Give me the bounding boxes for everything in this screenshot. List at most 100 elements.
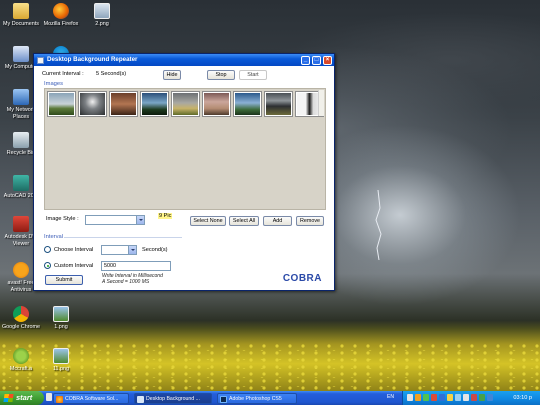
- desktop-icon-firefox[interactable]: Mozilla Firefox: [38, 3, 84, 28]
- taskbar: start COBRA Software Sol... Desktop Back…: [0, 391, 540, 405]
- maximize-button[interactable]: □: [312, 55, 321, 65]
- tray-icon[interactable]: [415, 394, 421, 401]
- window-client-area: Current Interval : 5 Second(s) Hide Stop…: [34, 66, 334, 290]
- desktop-icon-11-png[interactable]: 11.png: [38, 348, 84, 373]
- image-style-dropdown[interactable]: [85, 215, 145, 225]
- tray-icon[interactable]: [463, 394, 469, 401]
- desktop-icon-label: Mccraft.a: [9, 366, 33, 372]
- custom-interval-radio[interactable]: [44, 262, 51, 269]
- tray-icon[interactable]: [487, 394, 493, 401]
- image-thumbnail[interactable]: [264, 91, 293, 117]
- dwg-viewer-icon: [13, 216, 29, 232]
- tray-icon[interactable]: [407, 394, 413, 401]
- desktop-icon-label: My Documents: [3, 21, 39, 27]
- desktop-icon-label: My Network Places: [6, 107, 36, 120]
- custom-interval-label: Custom Interval: [54, 263, 94, 269]
- avast-icon: [13, 262, 29, 278]
- language-indicator[interactable]: EN: [387, 394, 394, 400]
- chevron-down-icon[interactable]: [136, 216, 144, 224]
- current-interval-value: 5 Second(s): [96, 71, 127, 77]
- cobra-logo: COBRA: [282, 273, 322, 284]
- start-button[interactable]: Start: [239, 70, 267, 80]
- tray-icon[interactable]: [479, 394, 485, 401]
- choose-interval-label: Choose Interval: [54, 247, 94, 253]
- window-titlebar[interactable]: Desktop Background Repeater _ □ ×: [34, 54, 334, 66]
- hide-button[interactable]: Hide: [163, 70, 181, 80]
- firefox-icon: [53, 3, 69, 19]
- task-label: COBRA Software Sol...: [65, 395, 119, 402]
- stop-button[interactable]: Stop: [207, 70, 235, 80]
- interval-hint-line2: A Second = 1000 MS: [102, 279, 150, 285]
- submit-button[interactable]: Submit: [45, 275, 83, 285]
- desktop-icon-label: 2.png: [95, 21, 109, 27]
- photoshop-icon: [220, 395, 227, 403]
- image-thumbnail[interactable]: [78, 91, 107, 117]
- tray-icon[interactable]: [423, 394, 429, 401]
- thumbnail-strip: [47, 91, 324, 117]
- desktop-icon-2-png[interactable]: 2.png: [79, 3, 125, 28]
- image-thumbnail[interactable]: [140, 91, 169, 117]
- tray-icon[interactable]: [471, 394, 477, 401]
- lightning-bolt: [375, 190, 382, 260]
- chrome-icon: [13, 306, 29, 322]
- autocad-icon: [13, 175, 29, 191]
- images-list[interactable]: [44, 88, 326, 210]
- tray-icon[interactable]: [447, 394, 453, 401]
- desktop-icon-label: avast! Free Antivirus: [7, 280, 35, 293]
- pic-count-badge: 9 Pic: [158, 213, 173, 219]
- select-none-button[interactable]: Select None: [190, 216, 226, 226]
- seconds-label: Second(s): [142, 247, 168, 253]
- image-thumbnail[interactable]: [109, 91, 138, 117]
- image-thumbnail[interactable]: [202, 91, 231, 117]
- firefox-icon: [56, 395, 63, 403]
- quick-launch: [46, 393, 52, 401]
- remove-button[interactable]: Remove: [296, 216, 324, 226]
- image-thumbnail[interactable]: [171, 91, 200, 117]
- network-icon: [13, 89, 29, 105]
- current-interval-label: Current Interval :: [42, 71, 84, 77]
- interval-group-title: Interval: [44, 234, 64, 240]
- start-button[interactable]: start: [0, 391, 44, 405]
- desktop-icon-label: 11.png: [52, 366, 70, 372]
- windows-logo-icon: [3, 394, 14, 402]
- task-label: Adobe Photoshop CS5: [229, 395, 282, 402]
- taskbar-item-photoshop[interactable]: Adobe Photoshop CS5: [217, 392, 297, 404]
- desktop-icon-label: Google Chrome: [1, 324, 41, 330]
- image-file-icon: [94, 3, 110, 19]
- desktop-icon-label: Recycle Bin: [6, 150, 36, 156]
- custom-interval-input[interactable]: 5000: [101, 261, 171, 271]
- tray-icon[interactable]: [455, 394, 461, 401]
- image-style-label: Image Style :: [46, 216, 79, 222]
- start-label: start: [16, 393, 33, 402]
- app-icon: [37, 56, 44, 64]
- minimize-button[interactable]: _: [301, 55, 310, 65]
- tray-icon[interactable]: [431, 394, 437, 401]
- chevron-down-icon[interactable]: [128, 246, 136, 254]
- show-desktop-icon[interactable]: [46, 393, 52, 401]
- window-title: Desktop Background Repeater: [47, 56, 138, 63]
- add-button[interactable]: Add: [263, 216, 292, 226]
- images-group-title: Images: [44, 81, 64, 87]
- desktop-icon-label: 1.png: [54, 324, 68, 330]
- clock[interactable]: 03:10 p: [513, 395, 532, 401]
- taskbar-item-desktop-background[interactable]: Desktop Background ...: [134, 392, 212, 404]
- select-all-button[interactable]: Select All: [229, 216, 259, 226]
- image-file-icon: [53, 348, 69, 364]
- interval-group-divider: [64, 237, 182, 238]
- tray-icon[interactable]: [439, 394, 445, 401]
- desktop-icon-label: Mozilla Firefox: [43, 21, 79, 27]
- choose-interval-radio[interactable]: [44, 246, 51, 253]
- system-tray: EN 03:10 p: [387, 391, 540, 405]
- image-thumbnail[interactable]: [233, 91, 262, 117]
- app-icon: [137, 395, 144, 403]
- taskbar-item-cobra[interactable]: COBRA Software Sol...: [53, 392, 129, 404]
- folder-icon: [13, 3, 29, 19]
- images-scrollbar[interactable]: [318, 90, 324, 116]
- mccraft-icon: [13, 348, 29, 364]
- desktop-icon-1-png[interactable]: 1.png: [38, 306, 84, 331]
- close-button[interactable]: ×: [323, 55, 332, 65]
- image-file-icon: [53, 306, 69, 322]
- task-label: Desktop Background ...: [146, 395, 200, 402]
- choose-interval-dropdown[interactable]: [101, 245, 137, 255]
- image-thumbnail[interactable]: [47, 91, 76, 117]
